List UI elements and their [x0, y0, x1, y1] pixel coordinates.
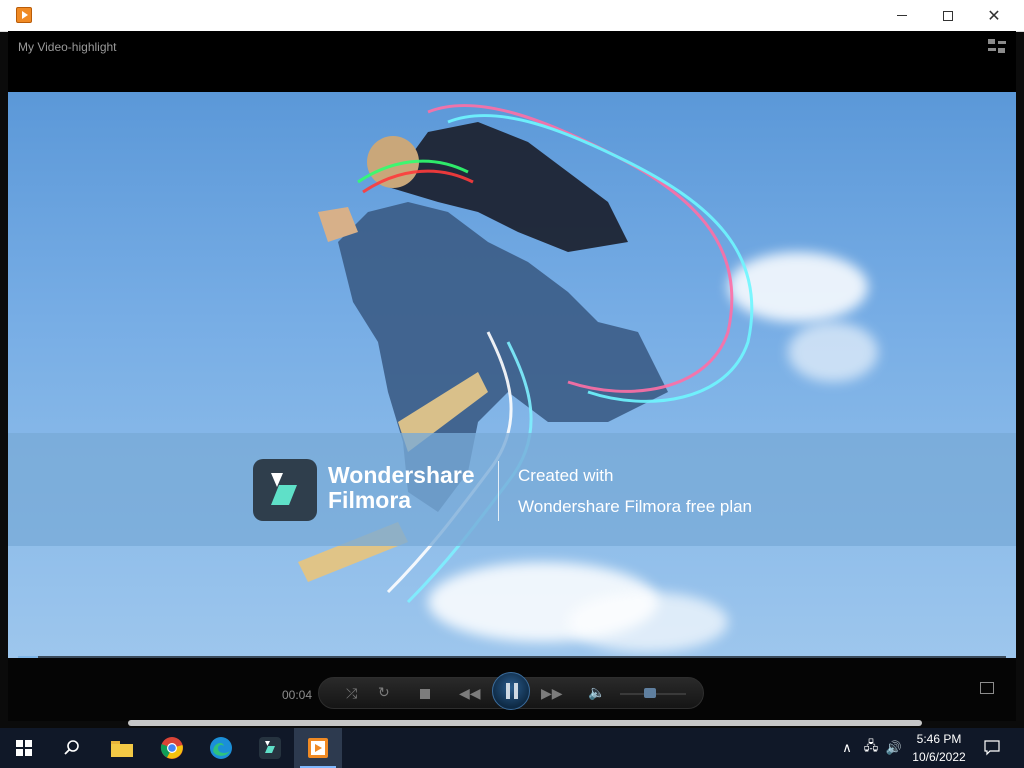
volume-slider-thumb[interactable] — [643, 688, 656, 698]
taskbar-media-player[interactable] — [294, 728, 342, 768]
pause-icon — [506, 683, 510, 699]
repeat-button[interactable]: ↻ — [378, 685, 390, 701]
watermark-divider — [498, 461, 499, 521]
taskbar-file-explorer[interactable] — [98, 728, 146, 768]
chrome-icon — [160, 737, 183, 759]
maximize-button[interactable] — [925, 0, 971, 31]
search-icon — [64, 740, 79, 755]
media-player-taskbar-icon — [308, 738, 328, 758]
filmora-brand: Wondershare Filmora — [328, 463, 475, 513]
taskbar-edge[interactable] — [197, 728, 245, 768]
next-icon: ▶▶ — [541, 686, 563, 702]
edge-icon — [210, 737, 232, 759]
network-button[interactable]: 🖧 — [860, 728, 882, 768]
volume-icon: 🔈 — [588, 685, 606, 701]
repeat-icon: ↻ — [378, 685, 390, 701]
shuffle-icon: ⤮ — [346, 686, 358, 702]
brand-line-1: Wondershare — [328, 462, 475, 488]
clock-time[interactable]: 5:46 PM — [900, 732, 978, 746]
notification-icon — [984, 740, 1000, 756]
taskbar-chrome[interactable] — [148, 728, 196, 768]
previous-icon: ◀◀ — [459, 686, 481, 702]
notifications-button[interactable] — [978, 728, 1006, 768]
pause-button[interactable] — [492, 672, 530, 710]
title-bar: ✕ — [0, 0, 1024, 32]
close-button[interactable]: ✕ — [971, 0, 1017, 31]
mini-player-button[interactable] — [980, 682, 994, 694]
filmora-watermark: Wondershare Filmora Created with Wonders… — [8, 433, 1016, 546]
stop-button[interactable] — [420, 689, 430, 699]
mute-button[interactable]: 🔈 — [588, 685, 605, 701]
horizontal-scrollbar[interactable] — [128, 720, 922, 726]
windows-start-icon — [16, 740, 32, 756]
close-icon: ✕ — [987, 6, 1001, 25]
watermark-caption-1: Created with — [518, 466, 614, 485]
taskbar-filmora[interactable] — [246, 728, 294, 768]
minimize-icon — [897, 15, 907, 16]
media-player-icon — [16, 7, 32, 23]
video-frame[interactable]: Wondershare Filmora Created with Wonders… — [8, 92, 1016, 658]
start-button[interactable] — [0, 728, 48, 768]
elapsed-time: 00:04 — [282, 688, 313, 702]
maximize-icon — [943, 10, 953, 21]
clock-date[interactable]: 10/6/2022 — [900, 750, 978, 764]
show-hidden-icons-button[interactable]: ∧ — [838, 728, 856, 768]
watermark-caption-2: Wondershare Filmora free plan — [518, 497, 753, 516]
skater-image — [298, 104, 754, 604]
switch-view-button[interactable] — [988, 39, 1006, 55]
chevron-up-icon: ∧ — [842, 740, 852, 756]
player-title: My Video-highlight — [18, 40, 117, 54]
switch-view-icon — [988, 39, 995, 44]
playback-controls: 00:04 ⤮ ↻ ◀◀ ▶▶ 🔈 — [8, 658, 1016, 721]
filmora-app-icon — [259, 737, 281, 759]
media-player-window: My Video-highlight Wondershare Filmora C… — [8, 31, 1016, 721]
minimize-button[interactable] — [879, 0, 925, 31]
previous-button[interactable]: ◀◀ — [459, 686, 481, 702]
taskbar: ∧ 🖧 🔊 5:46 PM 10/6/2022 — [0, 728, 1024, 768]
brand-line-2: Filmora — [328, 487, 412, 513]
network-icon: 🖧 — [863, 739, 879, 754]
search-button[interactable] — [48, 728, 96, 768]
shuffle-button[interactable]: ⤮ — [346, 686, 357, 702]
filmora-logo-icon — [253, 459, 317, 521]
next-button[interactable]: ▶▶ — [541, 686, 563, 702]
folder-icon — [111, 741, 133, 757]
